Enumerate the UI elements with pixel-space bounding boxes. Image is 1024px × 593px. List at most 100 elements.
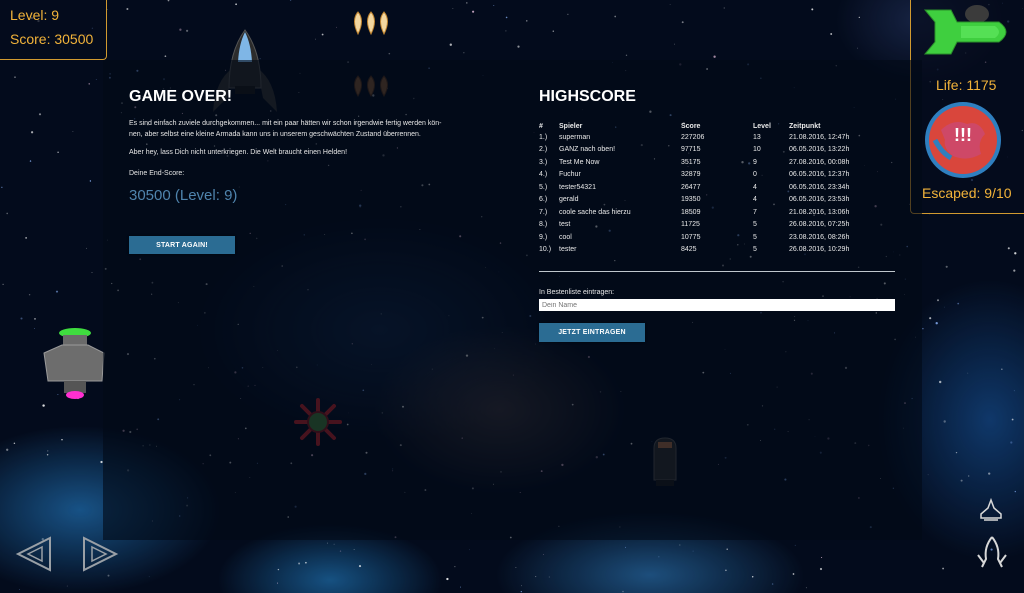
score-display: Score: 30500 [10, 31, 94, 47]
highscore-cell-player: gerald [559, 196, 579, 204]
arrow-left-icon[interactable] [14, 535, 54, 573]
star [968, 475, 970, 477]
highscore-row: 4.) Fuchur 32879 0 06.05.2016, 12:37h [539, 169, 889, 182]
star [235, 3, 237, 6]
highscore-cell-player: cool [559, 233, 572, 241]
star [658, 556, 660, 558]
star [614, 15, 617, 18]
star [692, 550, 694, 552]
star [179, 28, 182, 31]
star [446, 577, 449, 581]
column-header-rank: # [539, 122, 543, 130]
highscore-cell-rank: 3.) [539, 158, 548, 166]
star [821, 556, 823, 559]
star [1, 186, 3, 188]
star [1014, 490, 1016, 493]
star [493, 5, 495, 6]
star [57, 151, 59, 154]
star [34, 318, 36, 320]
arrow-right-icon[interactable] [80, 535, 120, 573]
star [935, 322, 938, 325]
star [460, 586, 461, 588]
highscore-cell-level: 4 [753, 196, 757, 204]
star [794, 544, 796, 546]
star [771, 583, 774, 585]
highscore-row: 6.) gerald 19350 4 06.05.2016, 23:53h [539, 194, 889, 207]
star [186, 29, 189, 32]
highscore-cell-score: 32879 [681, 171, 701, 179]
hud-stats-panel: Level: 9 Score: 30500 [0, 0, 107, 60]
star [945, 265, 948, 268]
end-score-label: Deine End-Score: [129, 170, 185, 177]
highscore-cell-level: 7 [753, 208, 757, 216]
highscore-cell-player: GANZ nach oben! [559, 146, 616, 154]
star [19, 589, 20, 590]
star [47, 450, 49, 452]
star [466, 2, 468, 4]
submit-highscore-button[interactable]: JETZT EINTRAGEN [539, 323, 645, 342]
highscore-cell-timestamp: 26.08.2016, 10:29h [789, 246, 850, 254]
star [1001, 368, 1003, 370]
encouragement-text: Aber hey, lass Dich nicht unterkriegen. … [129, 149, 348, 156]
star [55, 290, 59, 293]
star [858, 16, 860, 19]
highscore-cell-level: 10 [753, 146, 761, 154]
star [88, 83, 90, 85]
star [944, 306, 945, 308]
star [315, 38, 316, 40]
star [277, 582, 279, 584]
star [167, 0, 170, 2]
weapon-switch-icon[interactable] [972, 533, 1012, 573]
star [927, 474, 929, 476]
star [517, 45, 520, 48]
star [107, 574, 110, 577]
star [326, 542, 328, 544]
highscore-cell-rank: 10.) [539, 246, 552, 254]
star [988, 472, 991, 475]
highscore-cell-timestamp: 06.05.2016, 13:22h [789, 146, 850, 154]
star [472, 10, 475, 13]
star [622, 590, 624, 593]
star [725, 569, 727, 572]
star [28, 294, 31, 296]
star [13, 442, 16, 445]
player-name-input[interactable] [539, 299, 895, 311]
highscore-cell-timestamp: 27.08.2016, 00:08h [789, 158, 850, 166]
star [967, 372, 969, 374]
star [61, 438, 63, 441]
star [674, 43, 675, 45]
star [29, 160, 32, 162]
star [452, 7, 454, 9]
highscore-cell-rank: 7.) [539, 208, 548, 216]
highscore-cell-timestamp: 23.08.2016, 08:26h [789, 233, 850, 241]
highscore-cell-player: Fuchur [559, 171, 581, 179]
star [957, 302, 960, 305]
highscore-cell-level: 5 [753, 246, 757, 254]
highscore-cell-player: coole sache das hierzu [559, 208, 631, 216]
life-display: Life: 1175 [936, 77, 997, 93]
star [1007, 247, 1010, 250]
star [669, 4, 671, 5]
highscore-row: 8.) test 11725 5 26.08.2016, 07:25h [539, 219, 889, 232]
end-score-value: 30500 (Level: 9) [129, 187, 238, 204]
star [25, 237, 27, 239]
star [681, 21, 684, 24]
highscore-cell-rank: 2.) [539, 146, 548, 154]
star [723, 7, 725, 9]
highscore-cell-level: 13 [753, 133, 761, 141]
highscore-entry-label: In Bestenliste eintragen: [539, 289, 615, 296]
highscore-cell-rank: 5.) [539, 183, 548, 191]
highscore-cell-score: 97715 [681, 146, 701, 154]
star [449, 43, 452, 46]
start-again-button[interactable]: START AGAIN! [129, 236, 235, 254]
highscore-cell-rank: 8.) [539, 221, 548, 229]
star [388, 52, 391, 55]
star [726, 548, 728, 550]
player-ship-icon [923, 5, 1007, 55]
star [339, 550, 342, 552]
player-ship-outline-icon[interactable] [978, 498, 1004, 524]
game-over-message-line-2: nen, aber selbst eine kleine Armada kann… [129, 131, 421, 138]
planet-warning-text: !!! [954, 125, 972, 145]
star [1010, 441, 1013, 444]
star [819, 567, 823, 571]
